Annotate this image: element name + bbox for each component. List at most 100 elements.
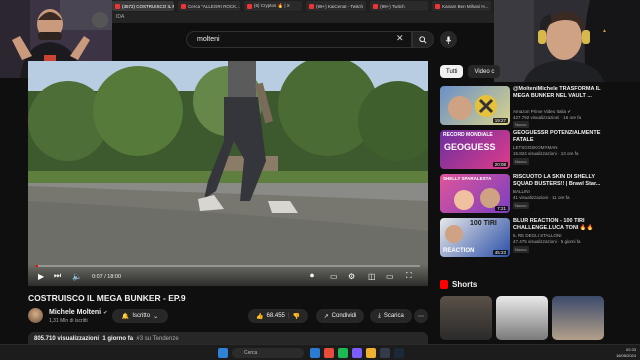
share-button[interactable]: ↗ Condividi — [316, 309, 364, 323]
theater-icon[interactable]: ▭ — [386, 272, 394, 281]
more-icon: ⋯ — [418, 313, 424, 320]
search-button[interactable] — [412, 31, 434, 48]
like-icon[interactable]: 👍 — [256, 313, 263, 320]
download-icon: ⤓ — [378, 312, 381, 319]
recommendation-channel: LETSGOSKOMYMAN — [513, 145, 558, 150]
chip-videos[interactable]: Video c — [468, 65, 501, 78]
autoplay-toggle-icon[interactable]: ⏺ — [310, 271, 314, 281]
video-title: COSTRUISCO IL MEGA BUNKER - EP.9 — [28, 293, 186, 303]
svg-text:▲: ▲ — [602, 28, 607, 34]
volume-icon[interactable]: 🔈 — [72, 272, 82, 281]
channel-name-text: Michele Molteni — [49, 309, 102, 316]
recommendation-item[interactable]: 19:27 @MolteniMichele TRASFORMA IL MEGA … — [440, 86, 610, 128]
shorts-label: Shorts — [452, 280, 478, 289]
tab-favicon-icon — [247, 3, 252, 9]
download-button[interactable]: ⤓ Scarica — [370, 309, 412, 323]
thumbnail-text: RECORD MONDIALE — [443, 132, 493, 138]
like-dislike-group: 👍 68.455 | 👎 — [248, 309, 308, 323]
obs-icon[interactable] — [380, 348, 390, 358]
like-count[interactable]: 68.455 — [267, 313, 285, 319]
tab-favicon-icon — [373, 3, 379, 9]
progress-bar[interactable] — [36, 265, 420, 267]
shorts-header: Shorts — [440, 280, 477, 289]
channel-name[interactable]: Michele Molteni ✔ — [49, 309, 107, 316]
browser-tab[interactable]: (3572) COSTRUISCO IL M... — [112, 1, 174, 11]
channel-avatar[interactable] — [28, 308, 43, 323]
chevron-down-icon: ⌄ — [153, 313, 159, 320]
edge-icon[interactable] — [310, 348, 320, 358]
recommendation-title: BLUR REACTION - 100 TIRI CHALLENGE.LUCA … — [513, 218, 594, 231]
share-icon: ↗ — [323, 313, 329, 320]
thumbnail: SHELLY SPARALESTA 7:21 — [440, 174, 510, 213]
recommendation-meta: 41 visualizzazioni · 11 ore fa — [513, 195, 570, 200]
duration-badge: 7:21 — [495, 206, 508, 211]
settings-icon[interactable]: ⚙ — [348, 272, 355, 281]
short-thumbnail[interactable] — [496, 296, 548, 340]
chip-all[interactable]: Tutti — [440, 65, 464, 78]
steam-icon[interactable] — [394, 348, 404, 358]
new-badge: Nuovo — [513, 246, 529, 253]
tab-label: (99+) Twitch — [380, 3, 405, 9]
chrome-icon[interactable] — [324, 348, 334, 358]
subtitles-icon[interactable]: ▭ — [330, 272, 338, 281]
dislike-icon[interactable]: 👎 — [292, 313, 299, 320]
recommendation-channel: BALLINI — [513, 189, 530, 194]
recommendation-item[interactable]: SHELLY SPARALESTA 7:21 RISCUOTO LA SKIN … — [440, 174, 610, 214]
discord-icon[interactable] — [352, 348, 362, 358]
browser-tab[interactable]: Kanam Ben Mihani H... — [432, 1, 492, 11]
tab-label: (6) Cryptos 🔥 | X — [254, 3, 290, 8]
tab-favicon-icon — [181, 3, 186, 9]
subscribe-label: Iscritto — [132, 313, 151, 319]
progress-fill — [36, 265, 39, 267]
video-player[interactable]: ▶ ⏭ 🔈 0:07 / 18:00 ⏺ ▭ ⚙ ◫ ▭ ⛶ — [28, 61, 428, 286]
mic-button[interactable] — [440, 31, 457, 48]
recommendation-title: GEOGUESSR POTENZIALMENTE FATALE — [513, 130, 601, 143]
search-icon — [419, 35, 427, 44]
windows-start-icon[interactable] — [218, 348, 228, 358]
short-thumbnail[interactable] — [552, 296, 604, 340]
taskbar-search[interactable]: Cerca — [232, 348, 304, 358]
time-display: 0:07 / 18:00 — [92, 274, 122, 280]
spotify-icon[interactable] — [338, 348, 348, 358]
short-thumbnail[interactable] — [440, 296, 492, 340]
subscribe-button[interactable]: 🔔 Iscritto ⌄ — [112, 309, 168, 323]
recommendation-meta: 427.792 visualizzazioni · 16 ore fa — [513, 115, 582, 120]
browser-tab[interactable]: Cerca "ALLEGRI ROCK... — [178, 1, 240, 11]
fullscreen-icon[interactable]: ⛶ — [406, 271, 412, 281]
play-icon[interactable]: ▶ — [38, 272, 44, 281]
duration-badge: 45:23 — [492, 250, 508, 255]
trending-tag[interactable]: #3 su Tendenze — [136, 336, 178, 342]
share-label: Condividi — [331, 313, 357, 319]
explorer-icon[interactable] — [366, 348, 376, 358]
browser-tab[interactable]: (99+) KaiCenat - Twitch — [306, 1, 367, 11]
next-icon[interactable]: ⏭ — [54, 271, 61, 281]
new-badge: Nuovo — [513, 202, 529, 209]
upload-date: 1 giorno fa — [102, 336, 134, 342]
search-input[interactable]: molteni — [186, 31, 412, 48]
tab-label: (99+) KaiCenat - Twitch — [316, 3, 364, 9]
video-frame — [28, 61, 428, 286]
duration-badge: 19:27 — [492, 118, 508, 123]
miniplayer-icon[interactable]: ◫ — [368, 272, 376, 281]
verified-icon: ✔ — [103, 310, 108, 316]
system-clock[interactable]: 02:33 16/05/2024 — [616, 347, 636, 359]
browser-tab[interactable]: (6) Cryptos 🔥 | X — [244, 1, 302, 11]
thumbnail: 100 TIRI REACTION 45:23 — [440, 218, 510, 257]
clock-date: 16/05/2024 — [615, 353, 636, 358]
shorts-icon — [440, 280, 448, 289]
more-actions-button[interactable]: ⋯ — [414, 309, 428, 323]
recommendation-title: @MolteniMichele TRASFORMA IL MEGA BUNKER… — [513, 86, 601, 99]
browser-tab[interactable]: (99+) Twitch — [370, 1, 429, 11]
recommendation-meta: 47.475 visualizzazioni · 5 giorni fa — [513, 239, 581, 244]
divider: | — [287, 313, 290, 319]
thumbnail-text: 100 TIRI — [470, 220, 497, 227]
recommendation-item[interactable]: 100 TIRI REACTION 45:23 BLUR REACTION - … — [440, 218, 610, 258]
duration-badge: 20:08 — [492, 162, 508, 167]
mic-icon — [445, 35, 452, 44]
tab-favicon-icon — [309, 3, 314, 9]
recommendation-item[interactable]: RECORD MONDIALE GEOGUESS 20:08 GEOGUESSR… — [440, 130, 610, 170]
recommendation-channel: IL RE DEGLI STALLONI — [513, 233, 562, 238]
close-icon[interactable]: ✕ — [396, 33, 404, 44]
tab-label: Cerca "ALLEGRI ROCK... — [188, 3, 240, 9]
subscriber-count: 1,31 Mln di iscritti — [49, 318, 88, 324]
